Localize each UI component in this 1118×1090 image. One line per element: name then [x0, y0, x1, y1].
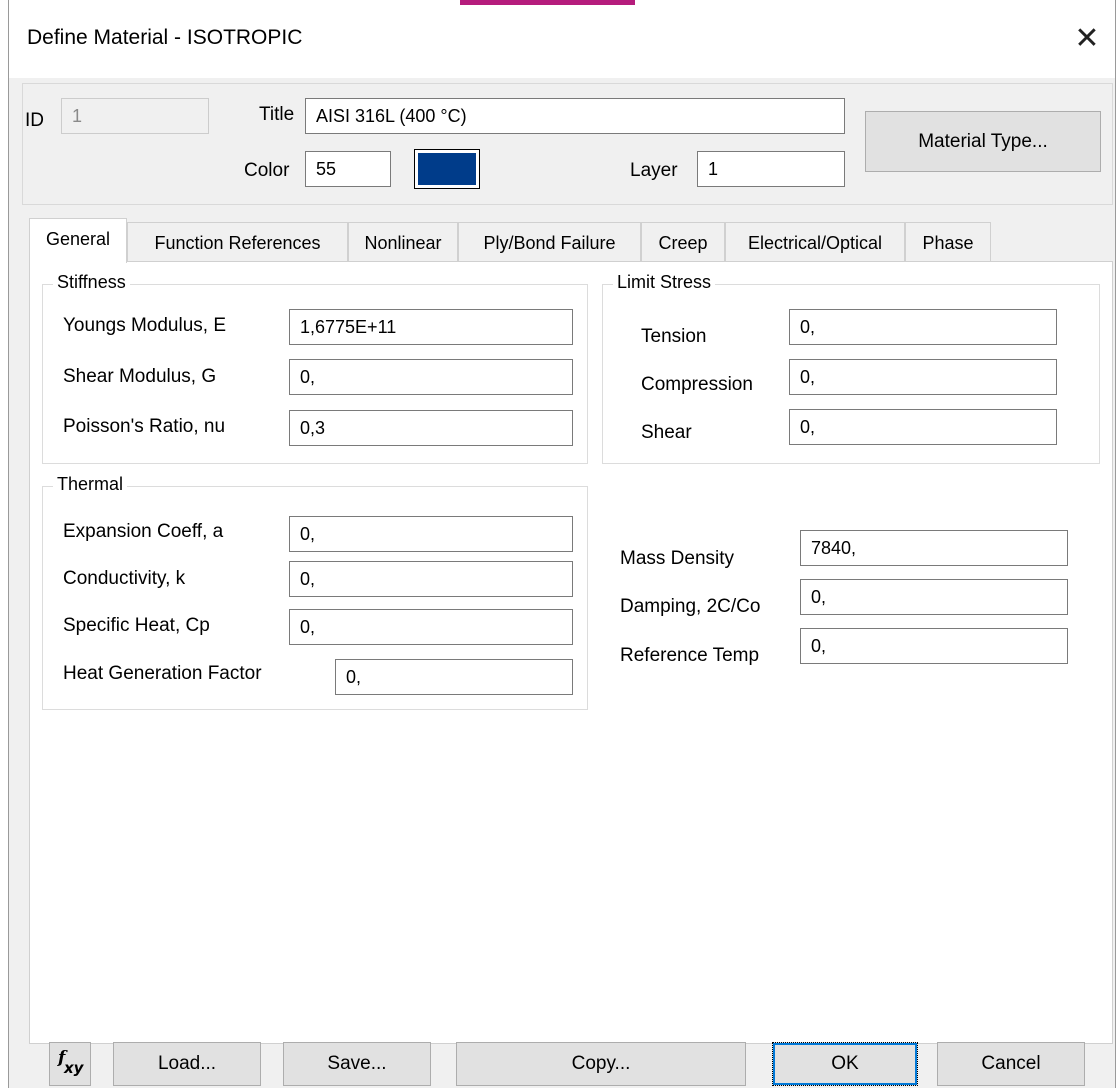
tab-ply-bond-failure[interactable]: Ply/Bond Failure: [458, 222, 641, 262]
stiffness-title: Stiffness: [53, 272, 130, 293]
stiffness-group: Stiffness Youngs Modulus, E 1,6775E+11 S…: [42, 272, 588, 464]
expansion-coeff-label: Expansion Coeff, a: [63, 521, 224, 542]
id-label: ID: [25, 110, 44, 131]
cancel-button[interactable]: Cancel: [937, 1042, 1085, 1086]
reference-temp-label: Reference Temp: [620, 645, 760, 666]
title-label: Title: [259, 104, 295, 125]
shear-stress-field[interactable]: 0,: [789, 409, 1057, 445]
youngs-modulus-field[interactable]: 1,6775E+11: [289, 309, 573, 345]
copy-button[interactable]: Copy...: [456, 1042, 746, 1086]
shear-modulus-label: Shear Modulus, G: [63, 366, 217, 387]
tab-general[interactable]: General: [29, 218, 127, 263]
title-field[interactable]: AISI 316L (400 °C): [305, 98, 845, 134]
mass-density-field[interactable]: 7840,: [800, 530, 1068, 566]
youngs-modulus-label: Youngs Modulus, E: [63, 315, 227, 336]
load-button[interactable]: Load...: [113, 1042, 261, 1086]
save-button[interactable]: Save...: [283, 1042, 431, 1086]
thermal-group: Thermal Expansion Coeff, a 0, Conductivi…: [42, 474, 588, 710]
color-swatch-button[interactable]: [414, 149, 480, 189]
heat-generation-label: Heat Generation Factor: [63, 663, 262, 684]
window-title: Define Material - ISOTROPIC: [27, 26, 303, 49]
specific-heat-field[interactable]: 0,: [289, 609, 573, 645]
title-bar: Define Material - ISOTROPIC ✕: [9, 0, 1115, 78]
close-icon[interactable]: ✕: [1067, 20, 1107, 60]
limit-stress-title: Limit Stress: [613, 272, 716, 293]
damping-label: Damping, 2C/Co: [620, 596, 761, 617]
svg-text:xy: xy: [63, 1059, 85, 1077]
tension-field[interactable]: 0,: [789, 309, 1057, 345]
tab-creep[interactable]: Creep: [641, 222, 725, 262]
shear-stress-label: Shear: [641, 422, 692, 443]
shear-modulus-field[interactable]: 0,: [289, 359, 573, 395]
material-type-button[interactable]: Material Type...: [865, 111, 1101, 172]
heat-generation-field[interactable]: 0,: [335, 659, 573, 695]
color-field[interactable]: 55: [305, 151, 391, 187]
reference-temp-field[interactable]: 0,: [800, 628, 1068, 664]
tension-label: Tension: [641, 326, 707, 347]
thermal-title: Thermal: [53, 474, 128, 495]
conductivity-field[interactable]: 0,: [289, 561, 573, 597]
general-tab-panel: Stiffness Youngs Modulus, E 1,6775E+11 S…: [29, 261, 1113, 1044]
poissons-ratio-label: Poisson's Ratio, nu: [63, 416, 226, 437]
fxy-function-icon[interactable]: f xy: [49, 1042, 91, 1086]
damping-field[interactable]: 0,: [800, 579, 1068, 615]
specific-heat-label: Specific Heat, Cp: [63, 615, 210, 636]
expansion-coeff-field[interactable]: 0,: [289, 516, 573, 552]
conductivity-label: Conductivity, k: [63, 568, 186, 589]
ok-button[interactable]: OK: [772, 1042, 918, 1086]
tab-electrical-optical[interactable]: Electrical/Optical: [725, 222, 905, 262]
layer-label: Layer: [630, 160, 678, 181]
limit-stress-group: Limit Stress Tension 0, Compression 0, S…: [602, 272, 1100, 464]
color-label: Color: [244, 160, 290, 181]
define-material-dialog: Define Material - ISOTROPIC ✕ ID 1 Title…: [8, 0, 1116, 1088]
compression-label: Compression: [641, 374, 753, 395]
layer-field[interactable]: 1: [697, 151, 845, 187]
mass-density-label: Mass Density: [620, 548, 735, 569]
taskbar-accent-strip: [460, 0, 635, 5]
tab-nonlinear[interactable]: Nonlinear: [348, 222, 458, 262]
fxy-glyph: f xy: [57, 1048, 85, 1077]
color-swatch: [418, 153, 476, 185]
poissons-ratio-field[interactable]: 0,3: [289, 410, 573, 446]
id-field: 1: [61, 98, 209, 134]
compression-field[interactable]: 0,: [789, 359, 1057, 395]
tab-phase[interactable]: Phase: [905, 222, 991, 262]
tab-function-references[interactable]: Function References: [127, 222, 348, 262]
